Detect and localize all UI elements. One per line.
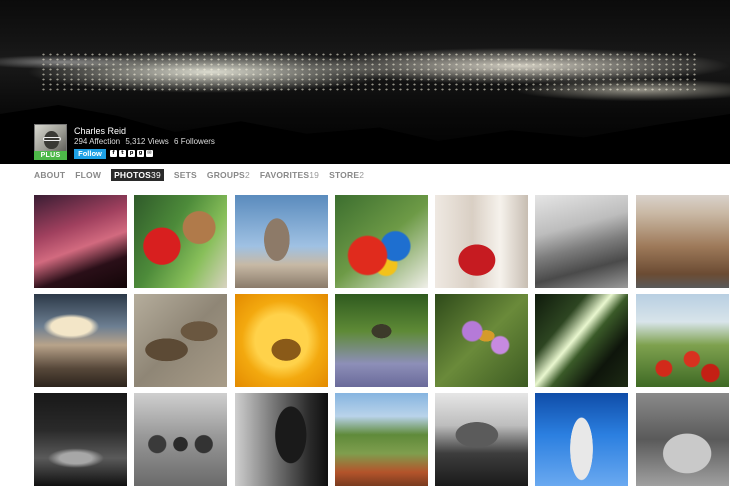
profile-name[interactable]: Charles Reid bbox=[74, 126, 126, 136]
followers-count[interactable]: 6 Followers bbox=[174, 137, 215, 146]
facebook-icon[interactable]: f bbox=[110, 150, 117, 157]
plus-badge: PLUS bbox=[34, 151, 67, 160]
follow-button[interactable]: Follow bbox=[74, 149, 106, 159]
profile-nav: ABOUT FLOW PHOTOS39 SETS GROUPS2 FAVORIT… bbox=[0, 164, 730, 185]
photo-thumb[interactable] bbox=[34, 294, 127, 387]
googleplus-icon[interactable]: g bbox=[137, 150, 144, 157]
photo-thumb[interactable] bbox=[535, 294, 629, 387]
share-icons: f t p g ✉ bbox=[110, 150, 153, 157]
photo-thumb[interactable] bbox=[134, 393, 228, 486]
tab-favorites-count: 19 bbox=[309, 169, 320, 180]
affection-count: 294 Affection bbox=[74, 137, 121, 146]
photo-thumb[interactable] bbox=[635, 195, 729, 288]
tab-flow[interactable]: FLOW bbox=[75, 170, 101, 180]
photo-thumb[interactable] bbox=[234, 393, 328, 486]
photo-thumb[interactable] bbox=[535, 393, 629, 486]
photo-thumb[interactable] bbox=[535, 195, 629, 288]
tab-about[interactable]: ABOUT bbox=[34, 170, 65, 180]
photo-thumb[interactable] bbox=[435, 294, 529, 387]
cover-photo: PLUS Charles Reid 294 Affection 5,312 Vi… bbox=[0, 0, 730, 168]
photo-thumb[interactable] bbox=[334, 294, 428, 387]
views-count: 5,312 Views bbox=[125, 137, 169, 146]
photo-thumb[interactable] bbox=[34, 195, 127, 288]
tab-store[interactable]: STORE2 bbox=[329, 170, 364, 180]
photo-thumb[interactable] bbox=[234, 294, 328, 387]
photo-thumb[interactable] bbox=[334, 195, 428, 288]
tab-groups-count: 2 bbox=[244, 169, 250, 180]
tab-sets[interactable]: SETS bbox=[174, 170, 197, 180]
photo-thumb[interactable] bbox=[334, 393, 428, 486]
twitter-icon[interactable]: t bbox=[119, 150, 126, 157]
email-icon[interactable]: ✉ bbox=[146, 150, 153, 157]
photo-thumb[interactable] bbox=[635, 393, 729, 486]
photo-thumb[interactable] bbox=[134, 195, 228, 288]
avatar-glasses bbox=[43, 137, 61, 141]
photo-thumb[interactable] bbox=[134, 294, 228, 387]
photo-thumb[interactable] bbox=[435, 393, 529, 486]
tab-photos[interactable]: PHOTOS39 bbox=[111, 168, 164, 181]
tab-favorites[interactable]: FAVORITES19 bbox=[260, 170, 319, 180]
city-lights bbox=[40, 52, 700, 92]
photo-thumb[interactable] bbox=[435, 195, 529, 288]
photo-thumb[interactable] bbox=[234, 195, 328, 288]
pinterest-icon[interactable]: p bbox=[128, 150, 135, 157]
tab-photos-count: 39 bbox=[151, 169, 161, 180]
tab-groups[interactable]: GROUPS2 bbox=[207, 170, 250, 180]
photo-thumb[interactable] bbox=[34, 393, 127, 486]
profile-stats: 294 Affection 5,312 Views 6 Followers bbox=[74, 137, 218, 146]
tab-store-count: 2 bbox=[359, 169, 365, 180]
photo-grid bbox=[34, 195, 729, 486]
photo-thumb[interactable] bbox=[635, 294, 729, 387]
